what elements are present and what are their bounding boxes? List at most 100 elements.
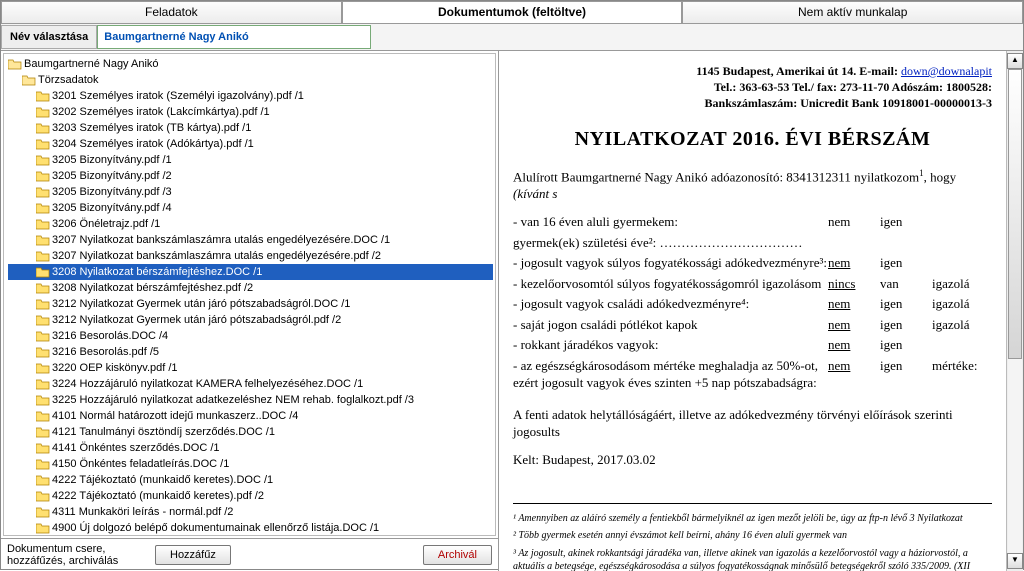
scroll-up-button[interactable]: ▲: [1007, 53, 1023, 69]
tree-item[interactable]: 4141 Önkéntes szerződés.DOC /1: [8, 440, 493, 456]
tree-item[interactable]: 3225 Hozzájáruló nyilatkozat adatkezelés…: [8, 392, 493, 408]
declaration-row: gyermek(ek) születési éve²: ……………………………: [513, 234, 992, 252]
tree-item-label: 4121 Tanulmányi ösztöndíj szerződés.DOC …: [52, 426, 275, 438]
append-button[interactable]: Hozzáfűz: [155, 545, 231, 565]
tree-item-label: 3212 Nyilatkozat Gyermek után járó pótsz…: [52, 298, 350, 310]
tree-item[interactable]: 3204 Személyes iratok (Adókártya).pdf /1: [8, 136, 493, 152]
folder-icon: [36, 171, 50, 182]
folder-icon: [36, 123, 50, 134]
tree-item-label: 3208 Nyilatkozat bérszámfejtéshez.DOC /1: [52, 266, 262, 278]
tree-item[interactable]: 3212 Nyilatkozat Gyermek után járó pótsz…: [8, 296, 493, 312]
folder-icon: [36, 203, 50, 214]
tree-item[interactable]: 4900 Új dolgozó belépő dokumentumainak e…: [8, 520, 493, 536]
preview-scrollbar[interactable]: ▲ ▼: [1006, 51, 1023, 571]
folder-icon: [36, 187, 50, 198]
tab-documents[interactable]: Dokumentumok (feltöltve): [342, 1, 683, 23]
declaration-row: - rokkant járadékos vagyok:nemigen: [513, 336, 992, 354]
tree-item[interactable]: 3203 Személyes iratok (TB kártya).pdf /1: [8, 120, 493, 136]
declaration-row: - van 16 éven aluli gyermekem:nemigen: [513, 213, 992, 231]
tree-item[interactable]: 4311 Munkaköri leírás - normál.pdf /2: [8, 504, 493, 520]
email-link[interactable]: down@downalapit: [901, 64, 992, 78]
tree-item[interactable]: Baumgartnerné Nagy Anikó: [8, 56, 493, 72]
folder-icon: [36, 427, 50, 438]
tree-item[interactable]: 3206 Önéletrajz.pdf /1: [8, 216, 493, 232]
tree-item-label: 4222 Tájékoztató (munkaidő keretes).pdf …: [52, 490, 264, 502]
tree-item-label: 4150 Önkéntes feladatleírás.DOC /1: [52, 458, 229, 470]
tree-item-label: 4222 Tájékoztató (munkaidő keretes).DOC …: [52, 474, 273, 486]
tree-item-label: 3204 Személyes iratok (Adókártya).pdf /1: [52, 138, 254, 150]
tree-item[interactable]: 4101 Normál határozott idejű munkaszerz.…: [8, 408, 493, 424]
tree-item-label: 3201 Személyes iratok (Személyi igazolvá…: [52, 90, 304, 102]
bottombar-label: Dokumentum csere, hozzáfűzés, archiválás: [7, 543, 147, 567]
folder-icon: [36, 155, 50, 166]
folder-icon: [36, 219, 50, 230]
tree-item-label: 3206 Önéletrajz.pdf /1: [52, 218, 160, 230]
folder-icon: [36, 491, 50, 502]
tree-item[interactable]: 3216 Besorolás.pdf /5: [8, 344, 493, 360]
doc-intro: Alulírott Baumgartnerné Nagy Anikó adóaz…: [513, 167, 992, 203]
scroll-down-button[interactable]: ▼: [1007, 553, 1023, 569]
archive-button[interactable]: Archivál: [423, 545, 492, 565]
file-tree[interactable]: Baumgartnerné Nagy Anikó Törzsadatok 3201 …: [3, 53, 496, 536]
tree-item-label: 4311 Munkaköri leírás - normál.pdf /2: [52, 506, 233, 518]
tree-item[interactable]: 3207 Nyilatkozat bankszámlaszámra utalás…: [8, 248, 493, 264]
tree-item[interactable]: 4222 Tájékoztató (munkaidő keretes).pdf …: [8, 488, 493, 504]
folder-icon: [36, 507, 50, 518]
tree-item[interactable]: 3202 Személyes iratok (Lakcímkártya).pdf…: [8, 104, 493, 120]
tree-item-label: 3216 Besorolás.DOC /4: [52, 330, 168, 342]
tree-item-label: Baumgartnerné Nagy Anikó: [24, 58, 159, 70]
tree-item[interactable]: 3212 Nyilatkozat Gyermek után járó pótsz…: [8, 312, 493, 328]
folder-icon: [36, 235, 50, 246]
tree-item[interactable]: 3207 Nyilatkozat bankszámlaszámra utalás…: [8, 232, 493, 248]
tree-item[interactable]: 4222 Tájékoztató (munkaidő keretes).DOC …: [8, 472, 493, 488]
tree-item[interactable]: 3216 Besorolás.DOC /4: [8, 328, 493, 344]
folder-icon: [36, 91, 50, 102]
tree-item[interactable]: 3224 Hozzájáruló nyilatkozat KAMERA felh…: [8, 376, 493, 392]
tree-item-label: 3216 Besorolás.pdf /5: [52, 346, 159, 358]
tree-item-label: 3225 Hozzájáruló nyilatkozat adatkezelés…: [52, 394, 414, 406]
declaration-row: - az egészségkárosodásom mértéke meghala…: [513, 357, 992, 392]
tree-item[interactable]: 3205 Bizonyítvány.pdf /1: [8, 152, 493, 168]
tree-item[interactable]: Törzsadatok: [8, 72, 493, 88]
tab-inactive-sheet[interactable]: Nem aktív munkalap: [682, 1, 1023, 23]
folder-icon: [22, 75, 36, 86]
folder-icon: [36, 523, 50, 534]
tree-item-label: 3205 Bizonyítvány.pdf /2: [52, 170, 172, 182]
tree-item[interactable]: 3205 Bizonyítvány.pdf /2: [8, 168, 493, 184]
tree-item[interactable]: 3205 Bizonyítvány.pdf /4: [8, 200, 493, 216]
folder-icon: [36, 139, 50, 150]
doc-footnotes: ¹ Amennyiben az aláíró személy a fentiek…: [513, 503, 992, 571]
name-select-button[interactable]: Név választása: [1, 25, 97, 49]
folder-icon: [36, 315, 50, 326]
tree-item-label: 3212 Nyilatkozat Gyermek után járó pótsz…: [52, 314, 341, 326]
tree-item[interactable]: 3201 Személyes iratok (Személyi igazolvá…: [8, 88, 493, 104]
folder-icon: [36, 363, 50, 374]
doc-date: Kelt: Budapest, 2017.03.02: [513, 451, 992, 469]
tree-item[interactable]: 3208 Nyilatkozat bérszámfejtéshez.DOC /1: [8, 264, 493, 280]
selected-name-field[interactable]: Baumgartnerné Nagy Anikó: [97, 25, 371, 49]
folder-icon: [36, 299, 50, 310]
tree-item-label: 3205 Bizonyítvány.pdf /1: [52, 154, 172, 166]
tree-item-label: 3205 Bizonyítvány.pdf /3: [52, 186, 172, 198]
tree-item[interactable]: 3220 OEP kiskönyv.pdf /1: [8, 360, 493, 376]
folder-icon: [36, 283, 50, 294]
tab-tasks[interactable]: Feladatok: [1, 1, 342, 23]
tree-item-label: 3202 Személyes iratok (Lakcímkártya).pdf…: [52, 106, 270, 118]
tree-item[interactable]: 4150 Önkéntes feladatleírás.DOC /1: [8, 456, 493, 472]
tree-item[interactable]: 3208 Nyilatkozat bérszámfejtéshez.pdf /2: [8, 280, 493, 296]
tree-item-label: 3208 Nyilatkozat bérszámfejtéshez.pdf /2: [52, 282, 253, 294]
folder-icon: [36, 379, 50, 390]
folder-icon: [36, 347, 50, 358]
doc-note: A fenti adatok helytállóságáért, illetve…: [513, 406, 992, 441]
document-preview[interactable]: 1145 Budapest, Amerikai út 14. E-mail: d…: [499, 51, 1006, 571]
declaration-row: - saját jogon családi pótlékot kapoknemi…: [513, 316, 992, 334]
tree-item-label: 4900 Új dolgozó belépő dokumentumainak e…: [52, 522, 379, 534]
tree-item-label: Törzsadatok: [38, 74, 99, 86]
tree-item[interactable]: 3205 Bizonyítvány.pdf /3: [8, 184, 493, 200]
tree-item-label: 3205 Bizonyítvány.pdf /4: [52, 202, 172, 214]
folder-icon: [36, 251, 50, 262]
tree-item[interactable]: 4121 Tanulmányi ösztöndíj szerződés.DOC …: [8, 424, 493, 440]
folder-icon: [36, 443, 50, 454]
folder-icon: [36, 331, 50, 342]
declaration-row: - jogosult vagyok családi adókedvezményr…: [513, 295, 992, 313]
